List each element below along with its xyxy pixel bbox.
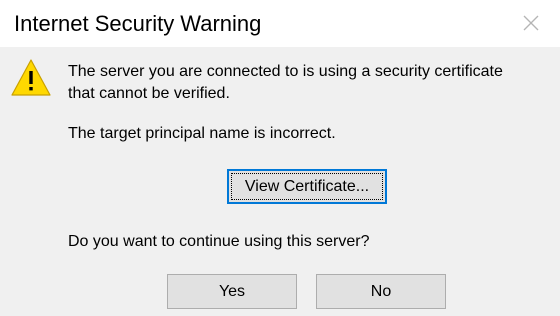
yes-label: Yes xyxy=(218,283,246,300)
yes-button[interactable]: Yes xyxy=(167,274,297,309)
warning-message-line-1: The server you are connected to is using… xyxy=(68,63,503,80)
warning-message: The server you are connected to is using… xyxy=(68,61,503,105)
view-certificate-label: View Certificate... xyxy=(244,178,370,195)
warning-message-line-2: that cannot be verified. xyxy=(68,85,230,102)
security-warning-dialog: Internet Security Warning The server you… xyxy=(0,0,560,316)
dialog-title: Internet Security Warning xyxy=(14,11,262,36)
warning-icon xyxy=(11,59,51,96)
continue-question: Do you want to continue using this serve… xyxy=(68,233,370,250)
close-icon xyxy=(523,15,539,31)
error-detail: The target principal name is incorrect. xyxy=(68,125,336,142)
close-button[interactable] xyxy=(516,8,546,38)
no-label: No xyxy=(370,283,392,300)
no-button[interactable]: No xyxy=(316,274,446,309)
title-bar: Internet Security Warning xyxy=(0,0,560,47)
view-certificate-button[interactable]: View Certificate... xyxy=(227,169,387,204)
